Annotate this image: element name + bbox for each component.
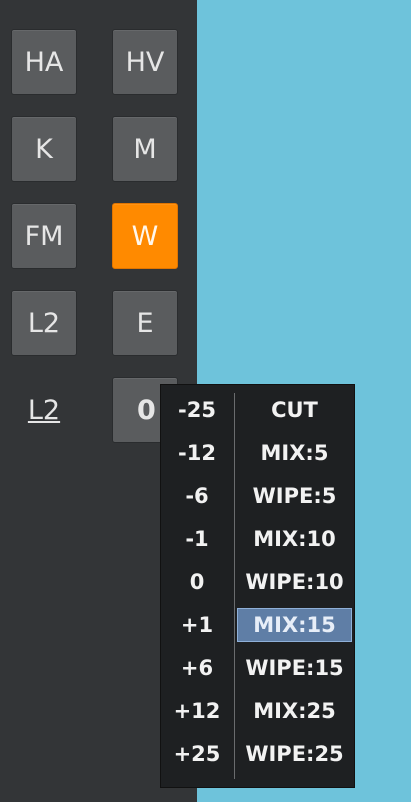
w-button[interactable]: W bbox=[112, 203, 178, 269]
e-button[interactable]: E bbox=[112, 290, 178, 356]
l2-button[interactable]: L2 bbox=[11, 290, 77, 356]
offset-item[interactable]: -25 bbox=[161, 393, 233, 427]
transition-item[interactable]: WIPE:25 bbox=[237, 737, 352, 771]
transition-list: CUT MIX:5 WIPE:5 MIX:10 WIPE:10 MIX:15 W… bbox=[235, 385, 354, 787]
m-button[interactable]: M bbox=[112, 116, 178, 182]
fm-button[interactable]: FM bbox=[11, 203, 77, 269]
offset-item[interactable]: 0 bbox=[161, 565, 233, 599]
offset-item[interactable]: +25 bbox=[161, 737, 233, 771]
transition-item[interactable]: WIPE:10 bbox=[237, 565, 352, 599]
transition-item[interactable]: MIX:10 bbox=[237, 522, 352, 556]
hv-button[interactable]: HV bbox=[112, 29, 178, 95]
offset-list: -25 -12 -6 -1 0 +1 +6 +12 +25 bbox=[161, 385, 233, 787]
transition-item[interactable]: MIX:5 bbox=[237, 436, 352, 470]
offset-item[interactable]: -1 bbox=[161, 522, 233, 556]
transition-item-selected[interactable]: MIX:15 bbox=[237, 608, 352, 642]
transition-item[interactable]: MIX:25 bbox=[237, 694, 352, 728]
l2-link-button[interactable]: L2 bbox=[11, 377, 77, 443]
transition-item[interactable]: CUT bbox=[237, 393, 352, 427]
transition-dropdown: -25 -12 -6 -1 0 +1 +6 +12 +25 CUT MIX:5 … bbox=[160, 384, 355, 788]
ha-button[interactable]: HA bbox=[11, 29, 77, 95]
k-button[interactable]: K bbox=[11, 116, 77, 182]
offset-item[interactable]: +1 bbox=[161, 608, 233, 642]
offset-item[interactable]: +12 bbox=[161, 694, 233, 728]
transition-item[interactable]: WIPE:15 bbox=[237, 651, 352, 685]
transition-item[interactable]: WIPE:5 bbox=[237, 479, 352, 513]
offset-item[interactable]: +6 bbox=[161, 651, 233, 685]
offset-item[interactable]: -6 bbox=[161, 479, 233, 513]
offset-item[interactable]: -12 bbox=[161, 436, 233, 470]
